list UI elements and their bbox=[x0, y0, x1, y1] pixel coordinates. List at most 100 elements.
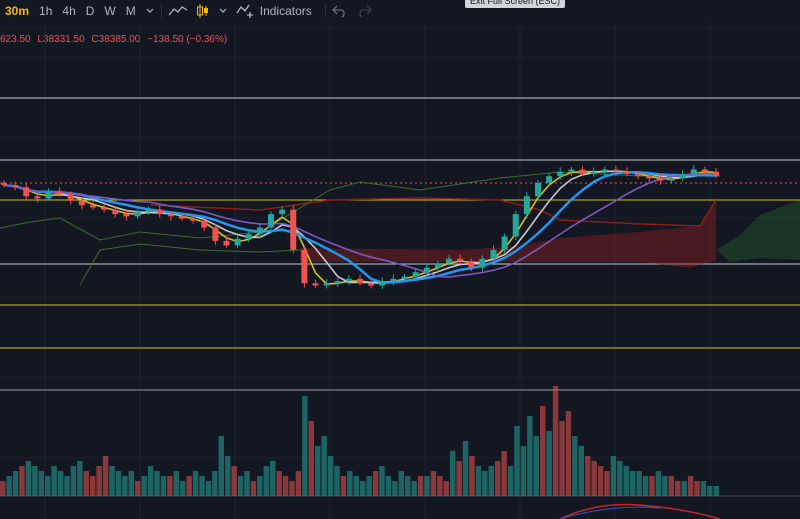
volume-bar bbox=[70, 466, 77, 496]
volume-bar bbox=[520, 446, 527, 496]
volume-bar bbox=[694, 481, 700, 496]
volume-bar bbox=[186, 476, 192, 496]
volume-bar bbox=[636, 471, 642, 496]
volume-bar bbox=[572, 436, 578, 496]
volume-bar bbox=[0, 481, 6, 496]
volume-bar bbox=[173, 471, 179, 496]
candle-body bbox=[579, 169, 586, 174]
volume-bar bbox=[430, 471, 437, 496]
volume-bar bbox=[707, 486, 713, 496]
volume-bar bbox=[321, 436, 327, 496]
volume-bar bbox=[51, 466, 57, 496]
volume-bar bbox=[366, 476, 372, 496]
price-chart[interactable] bbox=[0, 0, 800, 519]
candle-body bbox=[201, 220, 208, 228]
candle-body bbox=[123, 214, 130, 217]
volume-bar bbox=[167, 476, 173, 496]
volume-bar bbox=[675, 481, 681, 496]
volume-bar bbox=[315, 446, 321, 496]
candle-body bbox=[535, 182, 541, 197]
candle-body bbox=[268, 214, 274, 228]
candle-body bbox=[646, 176, 653, 179]
volume-bar bbox=[411, 481, 417, 496]
volume-bar bbox=[623, 466, 629, 496]
volume-bar bbox=[282, 476, 289, 496]
volume-bar bbox=[456, 461, 462, 496]
volume-bar bbox=[610, 456, 617, 496]
candle-body bbox=[446, 258, 452, 264]
volume-bar bbox=[353, 476, 359, 496]
candle-body bbox=[379, 281, 386, 286]
candle-body bbox=[601, 169, 608, 172]
volume-bar bbox=[417, 476, 424, 496]
volume-bar bbox=[32, 466, 38, 496]
candle-body bbox=[690, 169, 697, 174]
volume-bar bbox=[437, 476, 443, 496]
volume-bar bbox=[225, 456, 231, 496]
candle-body bbox=[223, 240, 230, 246]
candle-body bbox=[145, 209, 152, 212]
candle-body bbox=[357, 278, 363, 284]
volume-bar bbox=[244, 471, 250, 496]
volume-bar bbox=[649, 476, 655, 496]
candle-body bbox=[713, 171, 719, 177]
volume-bar bbox=[115, 471, 122, 496]
volume-bar bbox=[443, 481, 449, 496]
candle-body bbox=[234, 238, 241, 246]
candle-body bbox=[479, 258, 486, 268]
volume-bar bbox=[585, 456, 591, 496]
volume-bar bbox=[591, 461, 597, 496]
candle-body bbox=[323, 283, 330, 286]
candle-body bbox=[334, 281, 341, 284]
volume-bar bbox=[263, 466, 269, 496]
candle-body bbox=[557, 171, 564, 177]
candle-body bbox=[657, 178, 664, 181]
volume-bar bbox=[495, 461, 501, 496]
volume-bars bbox=[0, 386, 721, 519]
volume-bar bbox=[45, 476, 51, 496]
cloud-bearish bbox=[300, 200, 716, 268]
candle-body bbox=[279, 209, 286, 215]
candle-body bbox=[190, 218, 197, 221]
candle-body bbox=[701, 169, 708, 172]
ichimoku-cloud bbox=[0, 171, 800, 286]
candle-body bbox=[112, 209, 119, 215]
volume-bar bbox=[662, 476, 668, 496]
horizontal-levels bbox=[0, 97, 800, 497]
moving-average-line bbox=[3, 171, 717, 284]
candle-body bbox=[256, 227, 263, 235]
volume-bar bbox=[38, 471, 44, 496]
moving-average-line bbox=[3, 170, 717, 284]
volume-bar bbox=[205, 481, 212, 496]
lagging-span bbox=[0, 171, 720, 241]
candle-body bbox=[56, 191, 63, 195]
volume-bar bbox=[488, 466, 494, 496]
candle-body bbox=[368, 283, 375, 286]
candle-body bbox=[523, 196, 530, 215]
candle-body bbox=[612, 169, 619, 172]
volume-bar bbox=[25, 461, 32, 496]
volume-bar bbox=[379, 466, 385, 496]
volume-bar bbox=[424, 476, 430, 496]
volume-bar bbox=[308, 421, 314, 496]
candle-body bbox=[134, 211, 141, 217]
volume-bar bbox=[250, 481, 257, 496]
volume-bar bbox=[713, 486, 719, 496]
moving-averages bbox=[3, 170, 717, 285]
volume-bar bbox=[135, 481, 141, 496]
volume-bar bbox=[12, 471, 19, 496]
moving-average-line bbox=[3, 170, 717, 285]
volume-bar bbox=[19, 466, 25, 496]
candle-body bbox=[468, 260, 475, 268]
candle-body bbox=[156, 209, 163, 215]
volume-bar bbox=[231, 466, 237, 496]
candle-body bbox=[668, 178, 675, 181]
volume-bar bbox=[218, 436, 224, 496]
volume-bar bbox=[392, 481, 398, 496]
volume-bar bbox=[57, 471, 64, 496]
candle-body bbox=[301, 249, 308, 284]
volume-bar bbox=[160, 476, 167, 496]
candle-body bbox=[90, 205, 96, 208]
volume-bar bbox=[597, 466, 604, 496]
volume-bar bbox=[546, 431, 552, 496]
